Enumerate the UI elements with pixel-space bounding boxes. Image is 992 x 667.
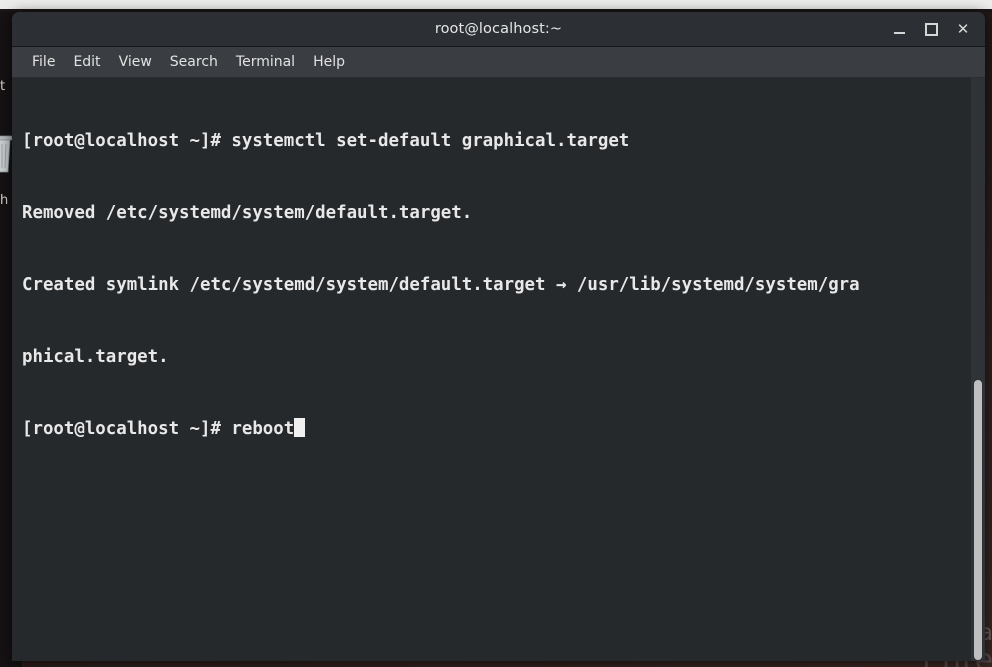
terminal-line: [root@localhost ~]# systemctl set-defaul… (22, 131, 630, 151)
close-icon: ✕ (956, 19, 970, 38)
close-button[interactable]: ✕ (947, 14, 979, 44)
terminal-line: Removed /etc/systemd/system/default.targ… (22, 203, 473, 223)
maximize-button[interactable] (915, 14, 947, 44)
terminal-window: root@localhost:~ ✕ File Edit View Search… (12, 12, 985, 661)
terminal-prompt-line: [root@localhost ~]# reboot (22, 419, 295, 439)
menu-item-terminal[interactable]: Terminal (227, 51, 304, 73)
menu-item-edit[interactable]: Edit (64, 51, 109, 73)
window-controls: ✕ (883, 12, 979, 46)
terminal-line: Created symlink /etc/systemd/system/defa… (22, 275, 860, 295)
window-title: root@localhost:~ (434, 21, 563, 37)
terminal-cursor (294, 418, 306, 437)
terminal-output-area[interactable]: [root@localhost ~]# systemctl set-defaul… (12, 78, 985, 661)
menubar: File Edit View Search Terminal Help (12, 47, 985, 78)
terminal-text: [root@localhost ~]# systemctl set-defaul… (22, 81, 963, 489)
minimize-icon (893, 31, 905, 34)
menu-item-view[interactable]: View (110, 51, 161, 73)
maximize-icon (924, 22, 938, 36)
minimize-button[interactable] (883, 14, 915, 44)
menu-item-file[interactable]: File (23, 51, 64, 73)
terminal-scrollbar-thumb[interactable] (974, 380, 982, 660)
terminal-line: phical.target. (22, 347, 169, 367)
terminal-line-current: [root@localhost ~]# reboot (22, 417, 963, 441)
menu-item-help[interactable]: Help (304, 51, 354, 73)
desktop-top-panel[interactable] (0, 0, 992, 9)
window-titlebar[interactable]: root@localhost:~ ✕ (12, 12, 985, 47)
terminal-scrollbar-track[interactable] (971, 78, 985, 661)
screen: t h Enterp a root@localhost:~ ✕ (0, 0, 992, 667)
menu-item-search[interactable]: Search (161, 51, 227, 73)
